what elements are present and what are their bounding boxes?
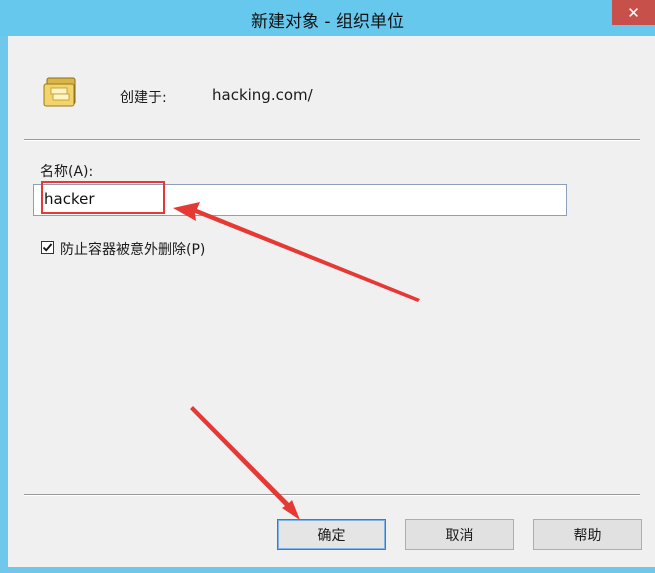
- annotation-arrow-to-name: [173, 202, 420, 302]
- annotation-arrow-to-ok: [190, 406, 300, 520]
- annotation-arrows: [173, 202, 420, 520]
